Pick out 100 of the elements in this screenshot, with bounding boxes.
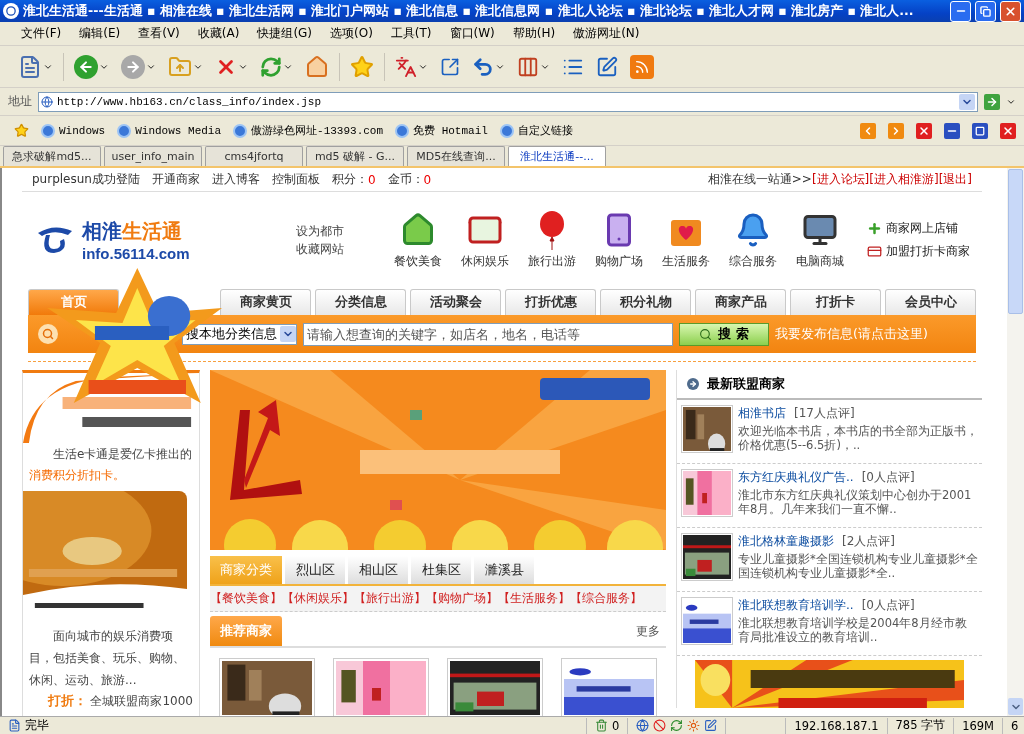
favorites-icon[interactable]: [14, 123, 29, 138]
portal-link[interactable]: [进入论坛]: [811, 171, 870, 188]
status-number: 6: [1011, 718, 1019, 733]
district-tab[interactable]: 濉溪县: [474, 556, 534, 584]
dropdown-icon: [280, 326, 296, 342]
portal-text: 相淮在线一站通>>: [707, 171, 812, 188]
menu-item[interactable]: 傲游网址(N): [564, 23, 649, 44]
nav-tab[interactable]: 会员中心: [885, 289, 976, 315]
category-link[interactable]: 【综合服务】: [570, 590, 642, 607]
browser-tab[interactable]: md5 破解 - G...: [306, 146, 404, 166]
nav-tab[interactable]: 商家产品: [695, 289, 786, 315]
browser-tab[interactable]: cms4jfortq: [205, 146, 303, 166]
edit-icon[interactable]: [704, 719, 718, 732]
top-link[interactable]: 开通商家: [151, 171, 200, 188]
link-button[interactable]: Windows Media: [117, 123, 222, 138]
dropdown-icon[interactable]: [959, 93, 975, 110]
search-button[interactable]: 搜 索: [679, 322, 769, 346]
menu-item[interactable]: 文件(F): [12, 23, 71, 44]
menu-item[interactable]: 查看(V): [129, 23, 189, 44]
minimize-icon[interactable]: [944, 122, 960, 139]
merchant-link[interactable]: 商家网上店铺: [867, 220, 970, 237]
more-link[interactable]: 更多: [636, 623, 660, 640]
merchant-name[interactable]: 相淮书店: [738, 405, 786, 422]
category-link[interactable]: 休闲娱乐: [457, 210, 513, 270]
previous-icon[interactable]: [860, 122, 876, 139]
nav-tab[interactable]: 活动聚会: [410, 289, 501, 315]
merchant-link[interactable]: 加盟打折卡商家: [867, 243, 970, 260]
ip-address: 192.168.187.1: [794, 718, 879, 733]
description-text: 面向城市的娱乐消费项目，包括美食、玩乐、购物、休闲、运动、旅游...: [28, 628, 186, 689]
close-button[interactable]: [1000, 0, 1021, 22]
refresh-icon[interactable]: [670, 719, 684, 732]
district-tab[interactable]: 烈山区: [285, 556, 345, 584]
search-field[interactable]: 请输入想查询的关键字，如店名，地名，电话等: [303, 322, 673, 346]
category-link[interactable]: 【餐饮美食】: [210, 590, 282, 607]
close-tab-icon[interactable]: [916, 122, 932, 139]
link-button[interactable]: 自定义链接: [499, 123, 573, 138]
scrollbar-thumb[interactable]: [1008, 169, 1023, 314]
nav-tab[interactable]: 打折优惠: [505, 289, 596, 315]
link-button[interactable]: 傲游绿色网址-13393.com: [233, 123, 384, 138]
browser-tab[interactable]: MD5在线查询...: [407, 146, 505, 166]
plus-icon: [867, 221, 882, 236]
browser-tab[interactable]: user_info_main: [104, 146, 202, 166]
menu-item[interactable]: 收藏(A): [188, 23, 249, 44]
minimize-button[interactable]: [950, 0, 971, 22]
menu-item[interactable]: 编辑(E): [70, 23, 130, 44]
intro-highlight: 消费积分折扣卡。: [28, 467, 126, 484]
merchant-name[interactable]: 淮北格林童趣摄影: [738, 533, 834, 550]
merchant-name[interactable]: 淮北联想教育培训学..: [738, 597, 854, 614]
category-link[interactable]: 【休闲娱乐】: [282, 590, 354, 607]
category-link[interactable]: 旅行出游: [524, 210, 580, 270]
address-label: 地址: [8, 93, 32, 110]
category-link[interactable]: 综合服务: [725, 210, 781, 270]
menu-item[interactable]: 窗口(W): [440, 23, 504, 44]
district-tab[interactable]: 杜集区: [411, 556, 471, 584]
block-icon[interactable]: [653, 719, 667, 732]
sun-icon[interactable]: [687, 719, 701, 732]
top-link[interactable]: 进入博客: [211, 171, 260, 188]
menu-item[interactable]: 工具(T): [381, 23, 441, 44]
restore-icon[interactable]: [972, 122, 988, 139]
intro-text: 生活e卡通是爱亿卡推出的: [52, 446, 194, 463]
district-tab[interactable]: 相山区: [348, 556, 408, 584]
category-link[interactable]: 生活服务: [658, 210, 714, 270]
nav-tab[interactable]: 商家黄页: [220, 289, 311, 315]
nav-tab[interactable]: 打折卡: [790, 289, 881, 315]
status-text: 完毕: [25, 718, 49, 733]
category-link[interactable]: 【购物广场】: [426, 590, 498, 607]
next-icon[interactable]: [888, 122, 904, 139]
go-icon[interactable]: [984, 93, 1000, 110]
nav-tab[interactable]: 分类信息: [315, 289, 406, 315]
link-button[interactable]: 免费 Hotmail: [395, 123, 488, 138]
menu-item[interactable]: 快捷组(G): [248, 23, 322, 44]
status-count: 0: [612, 718, 620, 733]
merchant-name[interactable]: 东方红庆典礼仪广告..: [738, 469, 854, 486]
globe-icon[interactable]: [636, 719, 650, 732]
restore-button[interactable]: [975, 0, 996, 22]
favorite-link[interactable]: 设为都市收藏网站: [296, 222, 347, 258]
portal-link[interactable]: [退出]: [938, 171, 972, 188]
search-icon: [699, 327, 713, 341]
menu-item[interactable]: 选项(O): [321, 23, 382, 44]
category-link[interactable]: 电脑商城: [792, 210, 848, 270]
top-link[interactable]: 控制面板: [271, 171, 320, 188]
review-count: [0人点评]: [861, 469, 915, 486]
browser-tab[interactable]: 急求破解md5...: [3, 146, 101, 166]
browser-tab[interactable]: 淮北生活通--...: [508, 146, 606, 166]
nav-tab[interactable]: 积分礼物: [600, 289, 691, 315]
link-button[interactable]: Windows: [41, 123, 106, 138]
category-link[interactable]: 【生活服务】: [498, 590, 570, 607]
close-icon[interactable]: [1000, 122, 1016, 139]
scroll-down-icon[interactable]: [1008, 698, 1023, 715]
card-icon: [867, 244, 882, 259]
category-link[interactable]: 餐饮美食: [390, 210, 446, 270]
window-title: 淮北生活通---生活通 ▪ 相淮在线 ▪ 淮北生活网 ▪ 淮北门户网站 ▪ 淮北信息 ▪ 淮北信息网 ▪ 淮北人论坛 ▪ 淮北论坛 ▪ 淮北人才网 ▪ 淮北房产 ▪ 淮北人...: [23, 2, 915, 20]
trash-icon[interactable]: [595, 719, 609, 732]
menu-item[interactable]: 帮助(H): [503, 23, 565, 44]
section-title: 推荐商家: [210, 616, 282, 646]
address-field[interactable]: http://www.hb163.cn/class_info/index.jsp: [38, 91, 978, 112]
portal-link[interactable]: [进入相淮游]: [869, 171, 939, 188]
logo-title: 相淮生活通: [82, 218, 183, 245]
category-link[interactable]: 购物广场: [591, 210, 647, 270]
category-link[interactable]: 【旅行出游】: [354, 590, 426, 607]
